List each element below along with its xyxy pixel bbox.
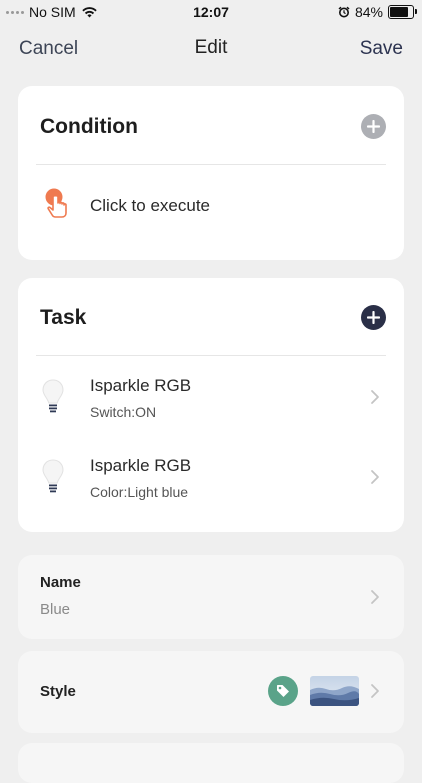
hand-tap-icon xyxy=(45,188,67,218)
add-task-button[interactable] xyxy=(361,305,386,330)
battery-icon xyxy=(388,5,417,19)
task-detail: Switch:ON xyxy=(90,404,157,420)
task-title: Task xyxy=(40,306,87,329)
status-bar: No SIM 12:07 84% xyxy=(0,0,422,24)
chevron-right-icon xyxy=(371,590,379,604)
task-card: Task Isparkle RGB Switch:ON Isparkle RGB… xyxy=(18,278,404,532)
style-label: Style xyxy=(40,683,76,700)
add-condition-button[interactable] xyxy=(361,114,386,139)
task-item[interactable]: Isparkle RGB Switch:ON xyxy=(18,362,404,432)
page-title: Edit xyxy=(194,37,228,58)
name-value: Blue xyxy=(40,601,71,618)
chevron-right-icon xyxy=(371,390,379,404)
save-button[interactable]: Save xyxy=(360,38,403,60)
condition-title: Condition xyxy=(40,115,138,138)
chevron-right-icon xyxy=(371,684,379,698)
divider xyxy=(36,355,386,356)
device-name: Isparkle RGB xyxy=(90,456,192,475)
tag-icon[interactable] xyxy=(268,676,298,706)
condition-label: Click to execute xyxy=(90,196,210,215)
style-background-image[interactable] xyxy=(310,676,359,706)
light-bulb-icon xyxy=(42,459,64,493)
style-field[interactable]: Style xyxy=(18,651,404,733)
condition-item[interactable]: Click to execute xyxy=(18,180,404,230)
device-name: Isparkle RGB xyxy=(90,376,192,395)
task-item[interactable]: Isparkle RGB Color:Light blue xyxy=(18,442,404,512)
alarm-icon xyxy=(338,6,350,18)
nav-bar: Cancel Edit Save xyxy=(0,30,422,66)
plus-icon xyxy=(367,311,380,324)
chevron-right-icon xyxy=(371,470,379,484)
light-bulb-icon xyxy=(42,379,64,413)
condition-card: Condition Click to execute xyxy=(18,86,404,260)
next-field[interactable] xyxy=(18,743,404,783)
task-detail: Color:Light blue xyxy=(90,484,189,500)
name-label: Name xyxy=(40,574,81,591)
plus-icon xyxy=(367,120,380,133)
status-right: 84% xyxy=(338,4,417,20)
name-field[interactable]: Name Blue xyxy=(18,555,404,639)
battery-percent: 84% xyxy=(354,4,383,20)
price-tag-icon xyxy=(277,685,289,697)
divider xyxy=(36,164,386,165)
